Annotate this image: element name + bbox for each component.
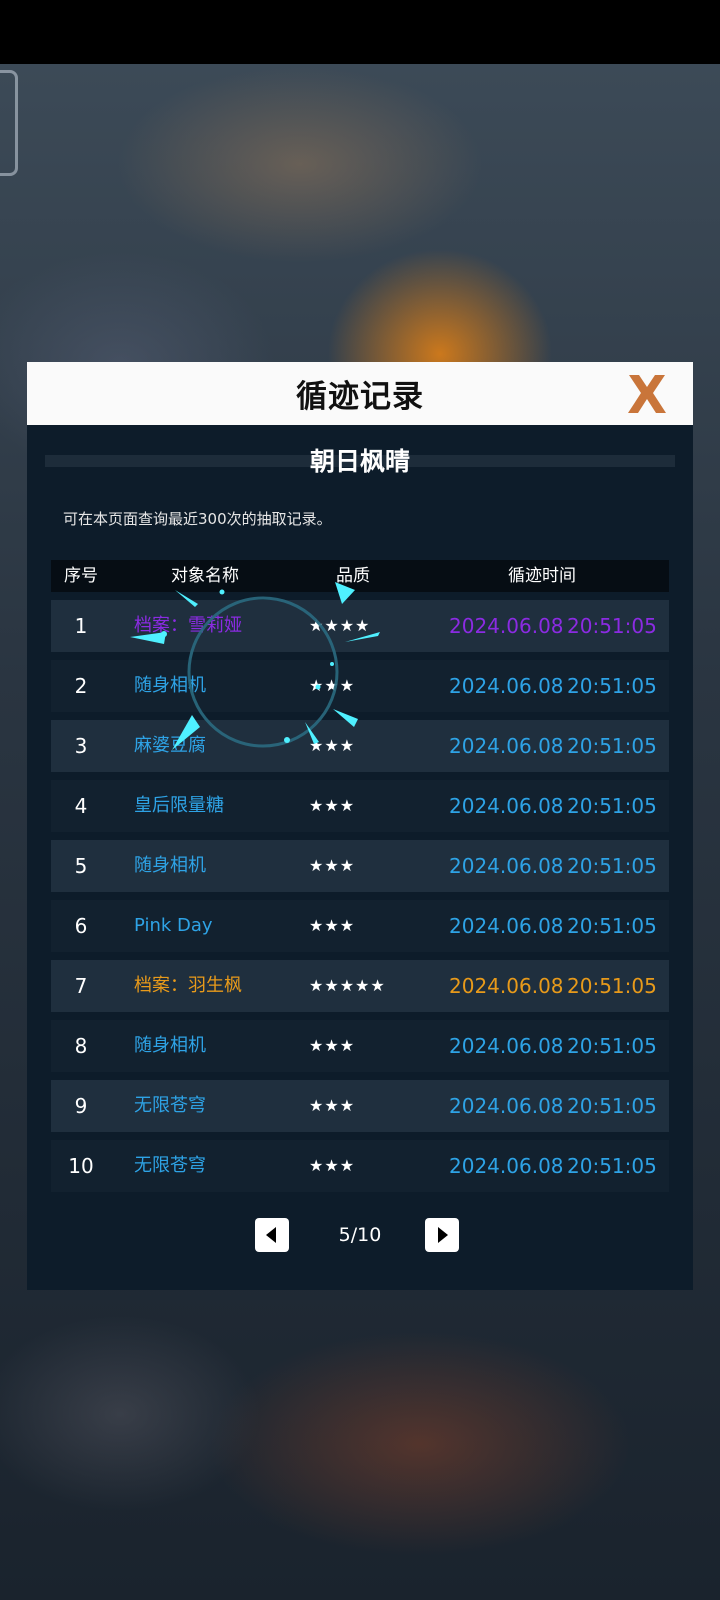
row-index: 8	[74, 1034, 88, 1058]
row-quality-stars: ★★★	[309, 676, 356, 695]
history-dialog: 循迹记录 朝日枫晴 可在本页面查询最近300次的抽取记录。 序号 对象名称 品质…	[27, 362, 693, 1290]
row-quality-stars: ★★★	[309, 856, 356, 875]
row-date: 2024.06.08	[449, 854, 564, 878]
row-time: 20:51:05	[567, 1094, 657, 1118]
row-time: 20:51:05	[567, 794, 657, 818]
header-name: 对象名称	[171, 566, 239, 586]
table-row: 9 无限苍穹 ★★★ 2024.06.08 20:51:05	[51, 1080, 669, 1132]
table-row: 7 档案：羽生枫 ★★★★★ 2024.06.08 20:51:05	[51, 960, 669, 1012]
row-date: 2024.06.08	[449, 674, 564, 698]
table-row: 3 麻婆豆腐 ★★★ 2024.06.08 20:51:05	[51, 720, 669, 772]
row-date: 2024.06.08	[449, 914, 564, 938]
row-item-name: 无限苍穹	[134, 1095, 206, 1116]
row-index: 7	[74, 974, 88, 998]
pagination: 5/10	[27, 1218, 693, 1254]
row-index: 9	[74, 1094, 88, 1118]
row-item-name: 随身相机	[134, 855, 206, 876]
pool-name: 朝日枫晴	[309, 447, 410, 476]
table-row: 8 随身相机 ★★★ 2024.06.08 20:51:05	[51, 1020, 669, 1072]
triangle-left-icon	[266, 1227, 276, 1243]
row-item-name: Pink Day	[134, 915, 213, 936]
table-row: 10 无限苍穹 ★★★ 2024.06.08 20:51:05	[51, 1140, 669, 1192]
row-time: 20:51:05	[567, 974, 657, 998]
row-time: 20:51:05	[567, 614, 657, 638]
row-date: 2024.06.08	[449, 1094, 564, 1118]
row-time: 20:51:05	[567, 914, 657, 938]
row-item-name: 无限苍穹	[134, 1155, 206, 1176]
table-row: 5 随身相机 ★★★ 2024.06.08 20:51:05	[51, 840, 669, 892]
close-icon[interactable]	[623, 371, 671, 417]
row-time: 20:51:05	[567, 1034, 657, 1058]
row-quality-stars: ★★★	[309, 916, 356, 935]
row-time: 20:51:05	[567, 674, 657, 698]
dialog-header: 循迹记录	[27, 362, 693, 425]
prev-page-button[interactable]	[255, 1218, 289, 1252]
row-quality-stars: ★★★★★	[309, 976, 386, 995]
row-item-name: 随身相机	[134, 675, 206, 696]
row-date: 2024.06.08	[449, 1034, 564, 1058]
header-time: 循迹时间	[508, 566, 576, 586]
row-time: 20:51:05	[567, 1154, 657, 1178]
row-quality-stars: ★★★	[309, 796, 356, 815]
close-button[interactable]	[623, 371, 671, 417]
row-date: 2024.06.08	[449, 614, 564, 638]
row-index: 6	[74, 914, 88, 938]
row-index: 2	[74, 674, 88, 698]
row-index: 1	[74, 614, 88, 638]
row-date: 2024.06.08	[449, 794, 564, 818]
row-index: 10	[68, 1154, 94, 1178]
status-bar	[0, 0, 720, 64]
table-row: 4 皇后限量糖 ★★★ 2024.06.08 20:51:05	[51, 780, 669, 832]
row-item-name: 档案：雪莉娅	[134, 615, 242, 636]
row-date: 2024.06.08	[449, 734, 564, 758]
header-quality: 品质	[336, 566, 370, 586]
row-time: 20:51:05	[567, 734, 657, 758]
table-row: 1 档案：雪莉娅 ★★★★ 2024.06.08 20:51:05	[51, 600, 669, 652]
triangle-right-icon	[438, 1227, 448, 1243]
edge-menu-icon[interactable]	[0, 70, 18, 176]
row-quality-stars: ★★★	[309, 1036, 356, 1055]
row-quality-stars: ★★★	[309, 736, 356, 755]
hint-text: 可在本页面查询最近300次的抽取记录。	[63, 510, 332, 528]
row-time: 20:51:05	[567, 854, 657, 878]
row-item-name: 麻婆豆腐	[134, 735, 206, 756]
dialog-title: 循迹记录	[296, 379, 424, 415]
header-index: 序号	[64, 566, 98, 586]
row-item-name: 随身相机	[134, 1035, 206, 1056]
next-page-button[interactable]	[425, 1218, 459, 1252]
row-quality-stars: ★★★	[309, 1156, 356, 1175]
row-index: 5	[74, 854, 88, 878]
row-date: 2024.06.08	[449, 974, 564, 998]
row-index: 3	[74, 734, 88, 758]
row-item-name: 档案：羽生枫	[134, 975, 242, 996]
table-header: 序号 对象名称 品质 循迹时间	[51, 560, 669, 592]
row-index: 4	[74, 794, 88, 818]
row-item-name: 皇后限量糖	[134, 795, 224, 816]
row-date: 2024.06.08	[449, 1154, 564, 1178]
table-row: 6 Pink Day ★★★ 2024.06.08 20:51:05	[51, 900, 669, 952]
table-row: 2 随身相机 ★★★ 2024.06.08 20:51:05	[51, 660, 669, 712]
row-quality-stars: ★★★	[309, 1096, 356, 1115]
row-quality-stars: ★★★★	[309, 616, 371, 635]
page-indicator: 5/10	[338, 1224, 382, 1246]
